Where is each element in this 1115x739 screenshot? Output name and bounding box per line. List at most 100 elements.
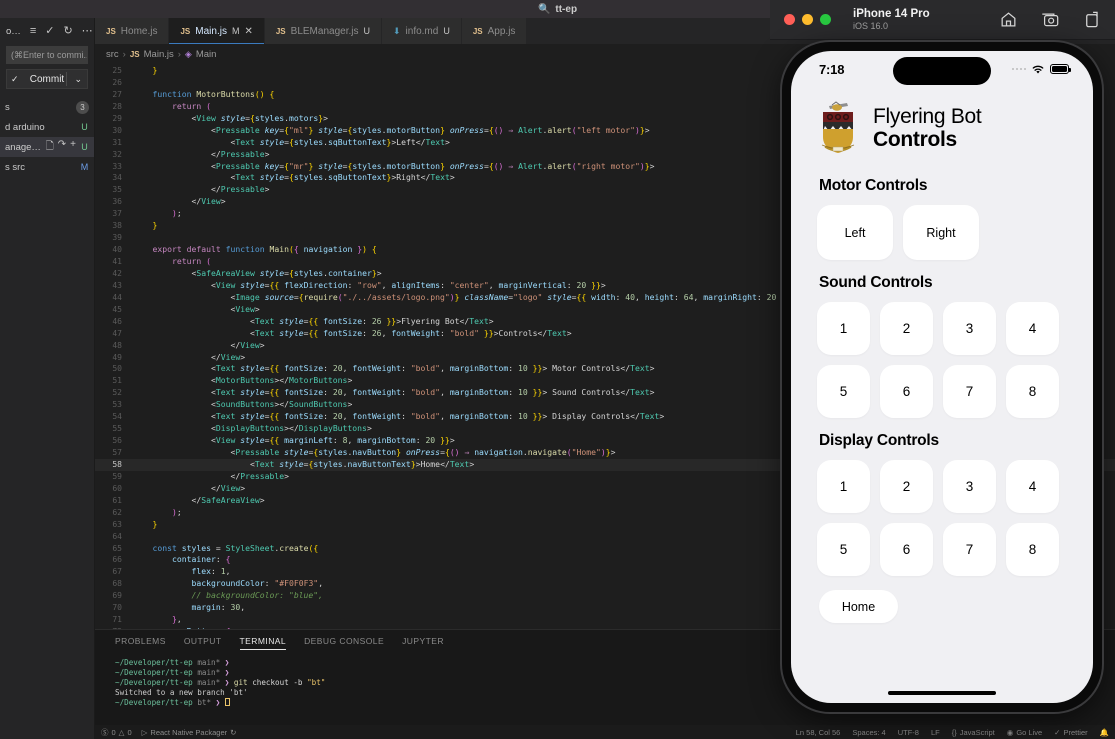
line-number: 38	[112, 221, 122, 231]
close-icon[interactable]: ✕	[244, 26, 252, 37]
line-number: 25	[112, 66, 122, 75]
motor-button-right[interactable]: Right	[903, 205, 979, 260]
quick-open-label: tt-ep	[555, 3, 578, 15]
status-bar: Ⓢ 0 △ 0 ▷ React Native Packager ↻ Ln 58,…	[95, 725, 1115, 739]
list-item[interactable]: s 3	[0, 97, 94, 117]
rotate-icon[interactable]	[1082, 10, 1101, 29]
sound-button-2[interactable]: 2	[880, 302, 933, 355]
tab-blemanager-js[interactable]: JS BLEManager.js U	[264, 18, 382, 44]
display-button-4[interactable]: 4	[1006, 460, 1059, 513]
tab-home-js[interactable]: JS Home.js	[95, 18, 170, 44]
commit-button[interactable]: ✓ Commit ⌄	[6, 69, 88, 89]
section-title: Motor Controls	[819, 177, 928, 194]
line-number: 46	[112, 316, 122, 326]
panel-tab-output[interactable]: OUTPUT	[184, 630, 222, 652]
discard-icon[interactable]: ↷	[58, 139, 66, 156]
sound-button-6[interactable]: 6	[880, 365, 933, 418]
list-item[interactable]: s src M	[0, 157, 94, 177]
js-icon: JS	[275, 26, 286, 36]
tab-modified-marker: U	[363, 26, 370, 36]
tab-app-js[interactable]: JS App.js	[461, 18, 528, 44]
button-row: 1 2 3 4	[817, 302, 1067, 355]
chevron-down-icon[interactable]: ⌄	[74, 74, 82, 85]
app-title-line2: Controls	[873, 128, 957, 151]
breadcrumb-item-file[interactable]: Main.js	[144, 49, 174, 60]
display-button-7[interactable]: 7	[943, 523, 996, 576]
sound-button-3[interactable]: 3	[943, 302, 996, 355]
line-number: 51	[112, 376, 122, 386]
stage-icon[interactable]: +	[70, 139, 76, 156]
error-count: 0	[111, 727, 116, 737]
markdown-icon: ⬇	[392, 25, 401, 36]
tab-info-md[interactable]: ⬇ info.md U	[381, 18, 462, 44]
line-number: 48	[112, 340, 122, 350]
refresh-icon[interactable]: ↻	[63, 25, 72, 37]
status-cursor-position[interactable]: Ln 58, Col 56	[796, 728, 841, 737]
display-button-8[interactable]: 8	[1006, 523, 1059, 576]
breadcrumb-item-symbol[interactable]: Main	[196, 49, 217, 60]
file-status: M	[80, 162, 89, 172]
check-icon[interactable]: ✓	[45, 25, 54, 37]
line-number: 59	[112, 471, 122, 481]
status-problems[interactable]: Ⓢ 0 △ 0	[101, 727, 132, 738]
motor-button-left[interactable]: Left	[817, 205, 893, 260]
bell-icon[interactable]: 🔔	[1100, 728, 1109, 737]
list-icon[interactable]: ≡	[30, 25, 36, 37]
display-button-2[interactable]: 2	[880, 460, 933, 513]
line-number: 36	[112, 197, 122, 207]
status-run-task[interactable]: ▷ React Native Packager ↻	[142, 728, 237, 737]
display-button-1[interactable]: 1	[817, 460, 870, 513]
traffic-lights	[784, 14, 831, 25]
ios-simulator-window: iPhone 14 Pro iOS 16.0 7:18 Flyering Bot…	[770, 0, 1115, 720]
sound-button-8[interactable]: 8	[1006, 365, 1059, 418]
line-number: 61	[112, 495, 122, 505]
sound-button-5[interactable]: 5	[817, 365, 870, 418]
status-eol[interactable]: LF	[931, 728, 940, 737]
maximize-button[interactable]	[820, 14, 831, 25]
cellular-dots-icon	[1011, 67, 1026, 71]
line-number: 29	[112, 113, 122, 123]
quick-open-bar[interactable]: 🔍 tt-ep	[538, 4, 577, 15]
tab-modified-marker: U	[443, 26, 450, 36]
display-button-6[interactable]: 6	[880, 523, 933, 576]
sound-button-7[interactable]: 7	[943, 365, 996, 418]
language-label: JavaScript	[959, 727, 995, 737]
js-icon: JS	[180, 26, 191, 36]
line-number: 70	[112, 603, 122, 613]
panel-tab-jupyter[interactable]: JUPYTER	[402, 630, 444, 652]
close-button[interactable]	[784, 14, 795, 25]
section-sound-controls: Sound Controls 1 2 3 4 5 6 7 8	[817, 274, 1067, 418]
status-indentation[interactable]: Spaces: 4	[852, 728, 885, 737]
display-button-3[interactable]: 3	[943, 460, 996, 513]
line-number: 67	[112, 567, 122, 577]
more-icon[interactable]: ⋯	[82, 25, 93, 37]
file-name: s src	[5, 161, 26, 173]
line-number: 62	[112, 507, 122, 517]
sound-button-4[interactable]: 4	[1006, 302, 1059, 355]
copy-icon[interactable]: 🗋	[46, 139, 54, 156]
commit-message-input[interactable]: (⌘Enter to commi...	[6, 46, 88, 64]
js-icon: JS	[129, 49, 140, 59]
status-language[interactable]: {} JavaScript	[952, 728, 995, 737]
list-item[interactable]: d arduino U	[0, 117, 94, 137]
nav-button-home[interactable]: Home	[819, 590, 898, 623]
display-button-5[interactable]: 5	[817, 523, 870, 576]
panel-tab-terminal[interactable]: TERMINAL	[239, 630, 287, 652]
wifi-icon	[1032, 65, 1044, 74]
list-item[interactable]: anager.... 🗋 ↷ + U	[0, 137, 94, 157]
simulator-titlebar: iPhone 14 Pro iOS 16.0	[770, 0, 1115, 40]
panel-tab-debug-console[interactable]: DEBUG CONSOLE	[304, 630, 384, 652]
line-number: 68	[112, 579, 122, 589]
screenshot-icon[interactable]	[1040, 10, 1060, 29]
status-prettier[interactable]: ✓ Prettier	[1054, 728, 1087, 737]
status-go-live[interactable]: ◉ Go Live	[1007, 728, 1042, 737]
home-icon[interactable]	[999, 10, 1018, 29]
line-number: 44	[112, 292, 122, 302]
sound-button-1[interactable]: 1	[817, 302, 870, 355]
panel-tab-problems[interactable]: PROBLEMS	[115, 630, 166, 652]
tab-main-js[interactable]: JS Main.js M ✕	[169, 18, 265, 44]
breadcrumb-item-src[interactable]: src	[106, 49, 119, 60]
status-encoding[interactable]: UTF-8	[898, 728, 919, 737]
line-number: 58	[112, 459, 122, 469]
minimize-button[interactable]	[802, 14, 813, 25]
